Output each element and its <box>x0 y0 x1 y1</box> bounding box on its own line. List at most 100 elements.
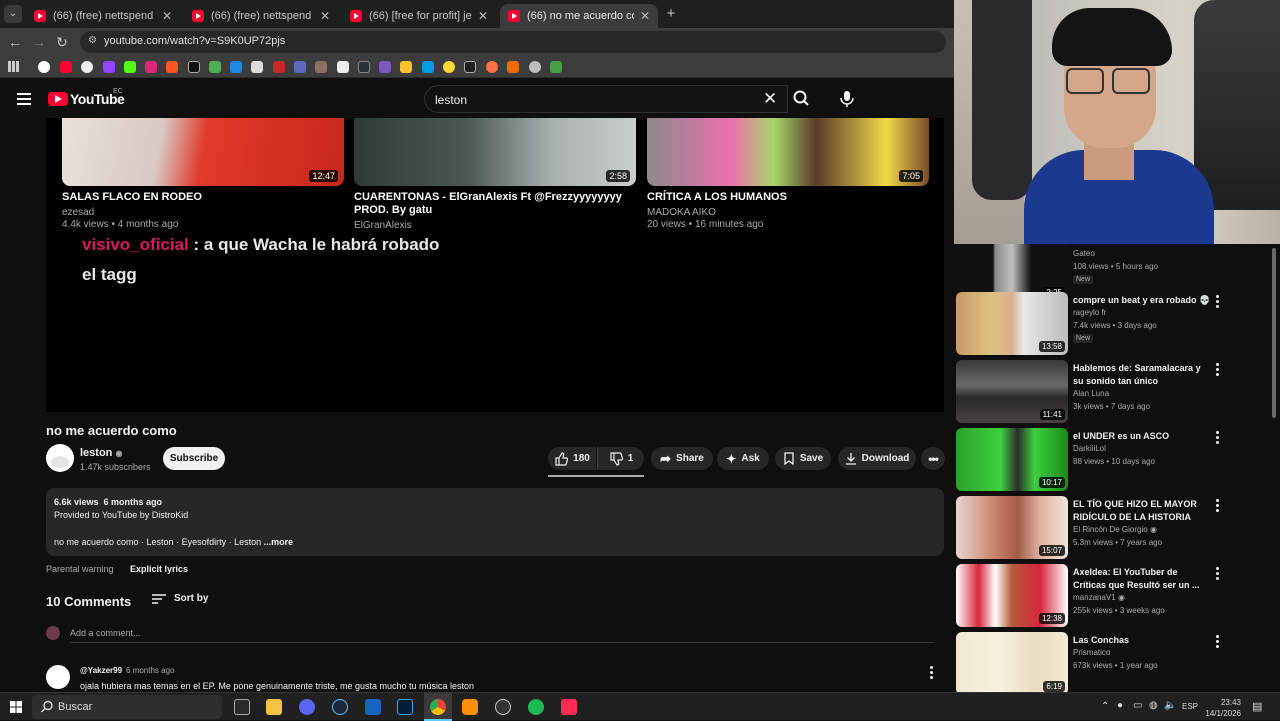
browser-tab[interactable]: (66) [free for profit] jerk + hood ✕ <box>342 4 496 28</box>
close-tab-icon[interactable]: ✕ <box>320 9 330 23</box>
browser-tab[interactable]: (66) (free) nettspend + ok + san ✕ <box>184 4 338 28</box>
sort-comments-button[interactable]: Sort by <box>152 593 208 604</box>
bookmark-icon[interactable] <box>294 61 306 73</box>
instagram-bookmark-icon[interactable] <box>145 61 157 73</box>
sidebar-scrollbar[interactable] <box>1272 248 1276 418</box>
bookmark-icon[interactable] <box>209 61 221 73</box>
related-title[interactable]: el UNDER es un ASCO <box>1073 430 1211 443</box>
related-thumbnail[interactable]: 13:58 <box>956 292 1068 355</box>
back-icon[interactable]: ← <box>6 33 24 51</box>
steam-icon[interactable] <box>332 699 348 715</box>
bookmark-icon[interactable] <box>81 61 93 73</box>
comment-avatar[interactable] <box>46 665 70 689</box>
ask-button[interactable]: ✦ Ask <box>717 447 769 470</box>
like-button[interactable]: 180 <box>548 447 596 470</box>
notifications-icon[interactable]: ▤ <box>1252 700 1262 713</box>
task-view-icon[interactable] <box>234 699 250 715</box>
end-card-video[interactable]: 7:05 <box>647 118 929 186</box>
site-info-icon[interactable]: ⚙ <box>88 35 97 46</box>
related-thumbnail[interactable]: 6:19 <box>956 632 1068 692</box>
more-actions-button[interactable]: ••• <box>921 447 945 470</box>
related-thumbnail[interactable]: 10:17 <box>956 428 1068 491</box>
browser-tab[interactable]: (66) (free) nettspend + ok + san ✕ <box>26 4 180 28</box>
bookmark-icon[interactable] <box>529 61 541 73</box>
related-title[interactable]: Axeldea: El YouTuber de Críticas que Res… <box>1073 566 1211 592</box>
bookmark-icon[interactable] <box>166 61 178 73</box>
save-button[interactable]: Save <box>775 447 831 470</box>
app-tray-icon[interactable]: ◍ <box>1149 700 1158 711</box>
end-card-title[interactable]: SALAS FLACO EN RODEO <box>62 191 202 204</box>
related-title[interactable]: compre un beat y era robado 💀 <box>1073 294 1211 307</box>
bookmark-icon[interactable] <box>507 61 519 73</box>
search-button[interactable] <box>786 85 820 113</box>
bookmark-icon[interactable] <box>230 61 242 73</box>
chrome-icon[interactable] <box>430 699 446 715</box>
download-button[interactable]: Download <box>838 447 916 470</box>
related-title[interactable]: Las Conchas <box>1073 634 1211 647</box>
close-tab-icon[interactable]: ✕ <box>478 9 488 23</box>
video-player[interactable]: 12:47 2:58 7:05 SALAS FLACO EN RODEO eze… <box>46 118 944 412</box>
kick-bookmark-icon[interactable] <box>124 61 136 73</box>
hamburger-menu-icon[interactable] <box>17 93 31 105</box>
end-card-title[interactable]: CUARENTONAS - ElGranAlexis Ft @Frezzyyyy… <box>354 191 624 217</box>
apps-grid-icon[interactable] <box>8 61 19 72</box>
network-icon[interactable]: ▭ <box>1133 700 1142 711</box>
related-title[interactable]: EL TÍO QUE HIZO EL MAYOR RIDÍCULO DE LA … <box>1073 498 1211 524</box>
end-card-title[interactable]: CRÍTICA A LOS HUMANOS <box>647 191 787 204</box>
browser-tab-active[interactable]: (66) no me acuerdo como - You ✕ <box>500 4 658 28</box>
subscribe-button[interactable]: Subscribe <box>163 447 225 470</box>
forward-icon[interactable]: → <box>30 33 48 51</box>
reload-icon[interactable]: ↻ <box>53 33 71 51</box>
photoshop-icon[interactable] <box>397 699 413 715</box>
bookmark-icon[interactable] <box>550 61 562 73</box>
windows-start-icon[interactable] <box>10 701 22 713</box>
address-bar[interactable]: ⚙ youtube.com/watch?v=S9K0UP72pjs <box>80 31 946 53</box>
discord-icon[interactable] <box>299 699 315 715</box>
end-card-video[interactable]: 2:58 <box>354 118 636 186</box>
google-bookmark-icon[interactable] <box>38 61 50 73</box>
clock[interactable]: 23:43 14/1/2026 <box>1205 697 1241 719</box>
related-thumbnail[interactable]: 11:41 <box>956 360 1068 423</box>
channel-avatar[interactable] <box>46 444 74 472</box>
related-thumbnail[interactable]: 15:07 <box>956 496 1068 559</box>
comment-author[interactable]: @Yakzer99 <box>80 666 122 675</box>
x-bookmark-icon[interactable] <box>188 61 200 73</box>
video-menu-icon[interactable] <box>1216 499 1220 513</box>
bookmark-icon[interactable] <box>486 61 498 73</box>
channel-name[interactable]: leston ◉ <box>80 447 122 459</box>
tab-search-icon[interactable]: ⌄ <box>4 5 22 23</box>
search-input[interactable]: leston ✕ <box>424 85 788 113</box>
end-card-video[interactable]: 12:47 <box>62 118 344 186</box>
bookmark-icon[interactable] <box>443 61 455 73</box>
video-menu-icon[interactable] <box>1216 567 1220 581</box>
show-more-link[interactable]: ...more <box>261 537 294 547</box>
video-menu-icon[interactable] <box>1216 295 1220 309</box>
bookmark-icon[interactable] <box>400 61 412 73</box>
tiktok-icon[interactable] <box>561 699 577 715</box>
bookmark-icon[interactable] <box>464 61 476 73</box>
bookmark-icon[interactable] <box>315 61 327 73</box>
twitch-bookmark-icon[interactable] <box>103 61 115 73</box>
file-explorer-icon[interactable] <box>266 699 282 715</box>
comment-menu-icon[interactable] <box>930 666 934 680</box>
video-menu-icon[interactable] <box>1216 431 1220 445</box>
add-comment-input[interactable]: Add a comment... <box>70 628 141 638</box>
video-menu-icon[interactable] <box>1216 363 1220 377</box>
bookmark-icon[interactable] <box>337 61 349 73</box>
dislike-button[interactable]: 1 <box>597 447 644 470</box>
bookmark-icon[interactable] <box>273 61 285 73</box>
related-thumbnail[interactable]: 12:38 <box>956 564 1068 627</box>
description-box[interactable]: 6.6k views 6 months ago Provided to YouT… <box>46 488 944 556</box>
bookmark-icon[interactable] <box>379 61 391 73</box>
app-icon[interactable] <box>495 699 511 715</box>
bookmark-icon[interactable] <box>251 61 263 73</box>
spotify-icon[interactable] <box>528 699 544 715</box>
share-button[interactable]: ➦ Share <box>651 447 713 470</box>
new-tab-icon[interactable]: + <box>662 5 680 23</box>
vegas-icon[interactable] <box>365 699 381 715</box>
close-tab-icon[interactable]: ✕ <box>162 9 172 23</box>
taskbar-search[interactable]: Buscar <box>32 695 222 719</box>
volume-icon[interactable]: 🔈 <box>1164 700 1176 711</box>
fl-studio-icon[interactable] <box>462 699 478 715</box>
comment-time[interactable]: 6 months ago <box>126 666 174 675</box>
